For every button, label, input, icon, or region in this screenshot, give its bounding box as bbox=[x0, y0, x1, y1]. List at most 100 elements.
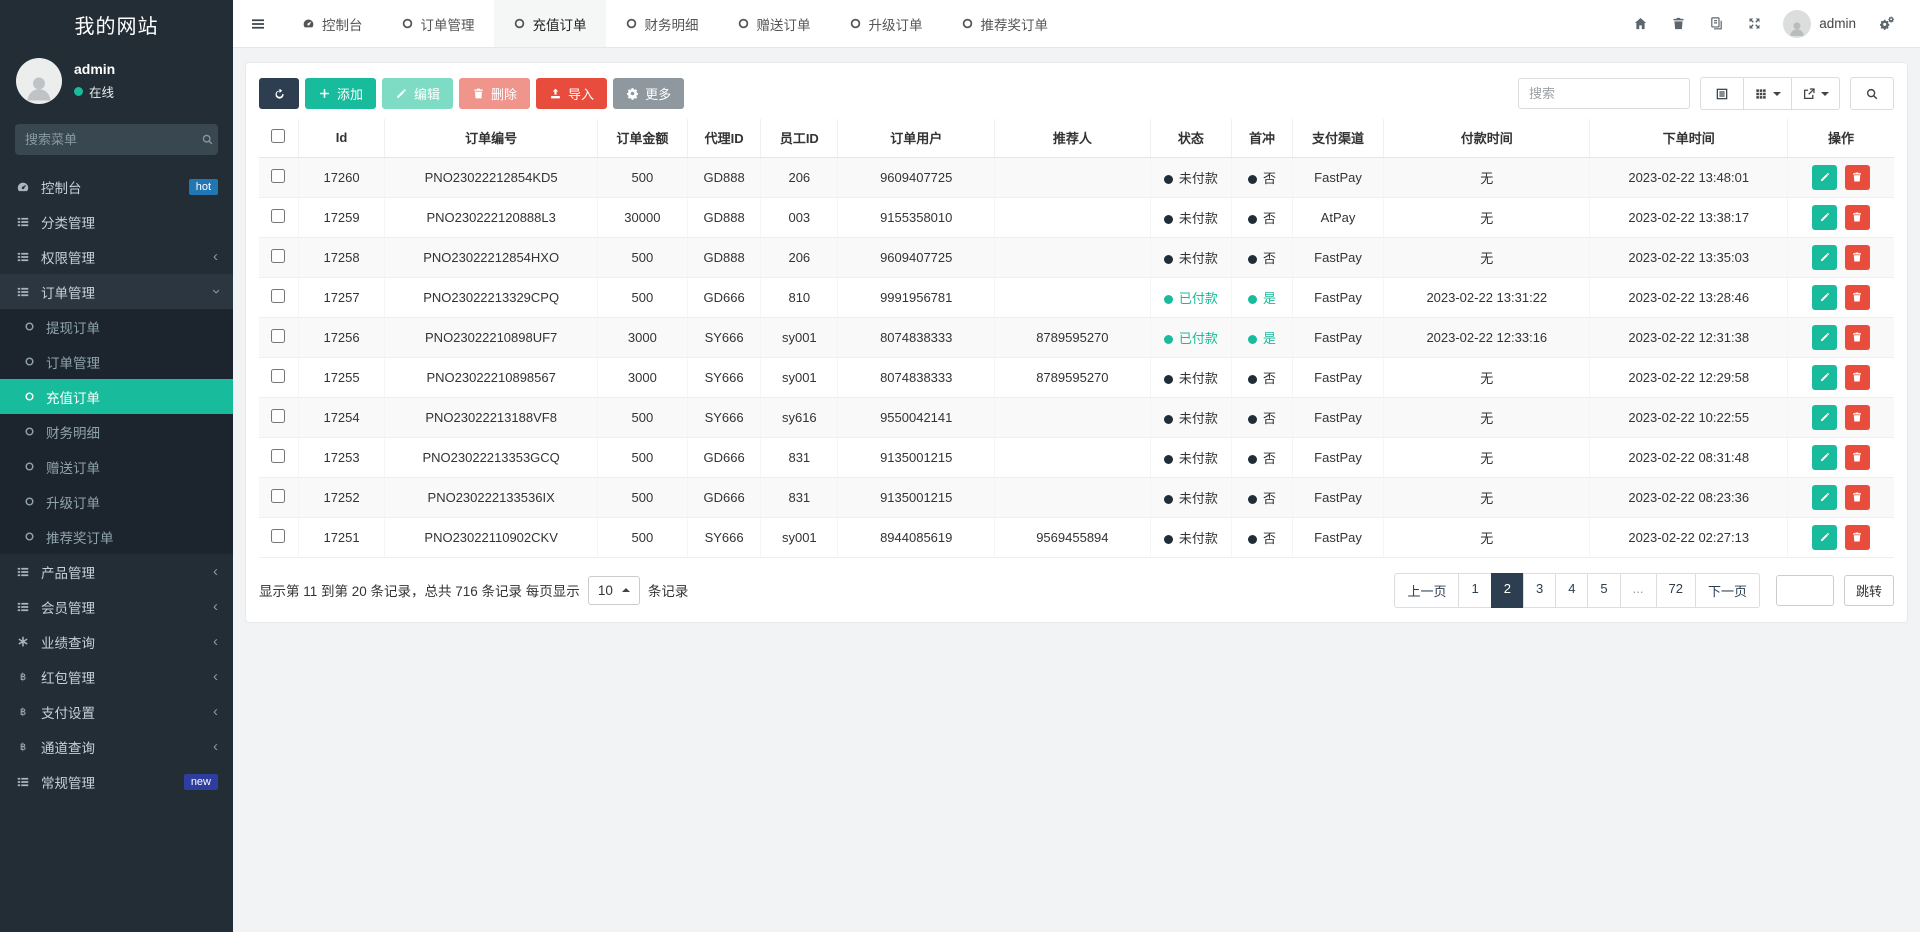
tab-升级订单[interactable]: 升级订单 bbox=[830, 0, 942, 47]
topnav-username[interactable]: admin bbox=[1819, 16, 1856, 31]
app-logo[interactable]: 我的网站 bbox=[0, 0, 233, 48]
tab-推荐奖订单[interactable]: 推荐奖订单 bbox=[942, 0, 1068, 47]
search-button[interactable] bbox=[1850, 77, 1894, 110]
columns-button[interactable] bbox=[1743, 77, 1792, 110]
row-checkbox[interactable] bbox=[271, 408, 286, 423]
column-header[interactable]: 支付渠道 bbox=[1291, 119, 1384, 158]
fullscreen-button[interactable] bbox=[1737, 0, 1771, 48]
column-header[interactable]: 首冲 bbox=[1231, 119, 1293, 158]
jump-button[interactable]: 跳转 bbox=[1843, 574, 1894, 606]
page-button-3[interactable]: 3 bbox=[1522, 572, 1557, 608]
row-edit-button[interactable] bbox=[1812, 524, 1838, 550]
add-button[interactable]: 添加 bbox=[305, 78, 377, 109]
row-checkbox[interactable] bbox=[271, 208, 286, 223]
row-delete-button[interactable] bbox=[1844, 484, 1870, 510]
copy-button[interactable] bbox=[1699, 0, 1733, 48]
tab-充值订单[interactable]: 充值订单 bbox=[493, 0, 606, 47]
row-edit-button[interactable] bbox=[1812, 164, 1838, 190]
sidebar-item-产品管理[interactable]: 产品管理 ‹ bbox=[0, 554, 233, 589]
row-edit-button[interactable] bbox=[1812, 324, 1838, 350]
jump-page-input[interactable] bbox=[1775, 574, 1834, 606]
sidebar-item-常规管理[interactable]: 常规管理 new ‹ bbox=[0, 764, 233, 799]
row-edit-button[interactable] bbox=[1812, 284, 1838, 310]
row-checkbox[interactable] bbox=[271, 528, 286, 543]
column-header[interactable]: 订单编号 bbox=[384, 119, 598, 158]
column-header[interactable]: 订单金额 bbox=[596, 119, 688, 158]
row-edit-button[interactable] bbox=[1812, 484, 1838, 510]
menu-toggle-button[interactable] bbox=[233, 0, 283, 47]
delete-button[interactable]: 删除 bbox=[459, 78, 531, 109]
row-delete-button[interactable] bbox=[1844, 164, 1870, 190]
row-delete-button[interactable] bbox=[1844, 524, 1870, 550]
row-delete-button[interactable] bbox=[1844, 204, 1870, 230]
row-edit-button[interactable] bbox=[1812, 404, 1838, 430]
sidebar-item-会员管理[interactable]: 会员管理 ‹ bbox=[0, 589, 233, 624]
row-checkbox[interactable] bbox=[271, 488, 286, 503]
toggle-view-button[interactable] bbox=[1700, 77, 1744, 110]
import-button[interactable]: 导入 bbox=[536, 78, 608, 109]
sidebar-subitem-财务明细[interactable]: 财务明细 bbox=[0, 414, 233, 449]
tab-控制台[interactable]: 控制台 bbox=[283, 0, 382, 47]
page-button-72[interactable]: 72 bbox=[1655, 572, 1696, 608]
page-button-下一页[interactable]: 下一页 bbox=[1694, 572, 1760, 608]
page-button-1[interactable]: 1 bbox=[1458, 572, 1492, 608]
sidebar-item-红包管理[interactable]: ฿ 红包管理 ‹ bbox=[0, 659, 233, 694]
sidebar-item-业绩查询[interactable]: 业绩查询 ‹ bbox=[0, 624, 233, 659]
page-button-4[interactable]: 4 bbox=[1555, 572, 1589, 608]
column-header[interactable]: 代理ID bbox=[686, 119, 761, 158]
row-checkbox[interactable] bbox=[271, 448, 286, 463]
column-header[interactable]: 状态 bbox=[1149, 119, 1232, 158]
sidebar-item-支付设置[interactable]: ฿ 支付设置 ‹ bbox=[0, 694, 233, 729]
home-button[interactable] bbox=[1623, 0, 1657, 48]
row-delete-button[interactable] bbox=[1844, 444, 1870, 470]
column-header[interactable]: 操作 bbox=[1787, 119, 1894, 158]
sidebar-item-分类管理[interactable]: 分类管理 ‹ bbox=[0, 204, 233, 239]
sidebar-subitem-赠送订单[interactable]: 赠送订单 bbox=[0, 449, 233, 484]
tab-赠送订单[interactable]: 赠送订单 bbox=[718, 0, 830, 47]
more-button[interactable]: 更多 bbox=[613, 78, 685, 109]
trash-button[interactable] bbox=[1661, 0, 1695, 48]
sidebar-item-订单管理[interactable]: 订单管理 ‹ bbox=[0, 274, 233, 309]
topnav-avatar[interactable] bbox=[1783, 9, 1812, 38]
column-header[interactable]: 付款时间 bbox=[1383, 119, 1590, 158]
sidebar-subitem-提现订单[interactable]: 提现订单 bbox=[0, 309, 233, 344]
settings-button[interactable] bbox=[1870, 0, 1904, 48]
row-edit-button[interactable] bbox=[1812, 364, 1838, 390]
page-button-2[interactable]: 2 bbox=[1490, 572, 1524, 608]
sidebar-subitem-充值订单[interactable]: 充值订单 bbox=[0, 379, 233, 414]
select-all-checkbox[interactable] bbox=[271, 129, 286, 144]
column-header[interactable]: 下单时间 bbox=[1589, 119, 1788, 158]
row-delete-button[interactable] bbox=[1844, 324, 1870, 350]
sidebar-item-权限管理[interactable]: 权限管理 ‹ bbox=[0, 239, 233, 274]
sidebar-search-input[interactable] bbox=[25, 132, 201, 147]
row-edit-button[interactable] bbox=[1812, 244, 1838, 270]
sidebar-subitem-订单管理[interactable]: 订单管理 bbox=[0, 344, 233, 379]
edit-button[interactable]: 编辑 bbox=[382, 78, 454, 109]
sidebar-subitem-推荐奖订单[interactable]: 推荐奖订单 bbox=[0, 519, 233, 554]
table-search-input[interactable] bbox=[1518, 78, 1690, 109]
sidebar-subitem-升级订单[interactable]: 升级订单 bbox=[0, 484, 233, 519]
row-checkbox[interactable] bbox=[271, 368, 286, 383]
search-icon[interactable] bbox=[201, 133, 214, 146]
row-delete-button[interactable] bbox=[1844, 244, 1870, 270]
row-delete-button[interactable] bbox=[1844, 284, 1870, 310]
tab-财务明细[interactable]: 财务明细 bbox=[606, 0, 718, 47]
page-button-上一页[interactable]: 上一页 bbox=[1394, 572, 1460, 608]
row-checkbox[interactable] bbox=[271, 288, 286, 303]
column-header[interactable]: 员工ID bbox=[760, 119, 838, 158]
row-checkbox[interactable] bbox=[271, 168, 286, 183]
row-edit-button[interactable] bbox=[1812, 444, 1838, 470]
row-checkbox[interactable] bbox=[271, 328, 286, 343]
column-header[interactable]: 订单用户 bbox=[837, 119, 995, 158]
row-edit-button[interactable] bbox=[1812, 204, 1838, 230]
page-size-select[interactable]: 10 bbox=[587, 575, 640, 605]
sidebar-item-通道查询[interactable]: ฿ 通道查询 ‹ bbox=[0, 729, 233, 764]
row-delete-button[interactable] bbox=[1844, 364, 1870, 390]
page-button-5[interactable]: 5 bbox=[1587, 572, 1621, 608]
row-delete-button[interactable] bbox=[1844, 404, 1870, 430]
row-checkbox[interactable] bbox=[271, 248, 286, 263]
column-header[interactable]: Id bbox=[297, 119, 385, 158]
column-header[interactable]: 推荐人 bbox=[994, 119, 1151, 158]
export-button[interactable] bbox=[1791, 77, 1840, 110]
tab-订单管理[interactable]: 订单管理 bbox=[382, 0, 494, 47]
